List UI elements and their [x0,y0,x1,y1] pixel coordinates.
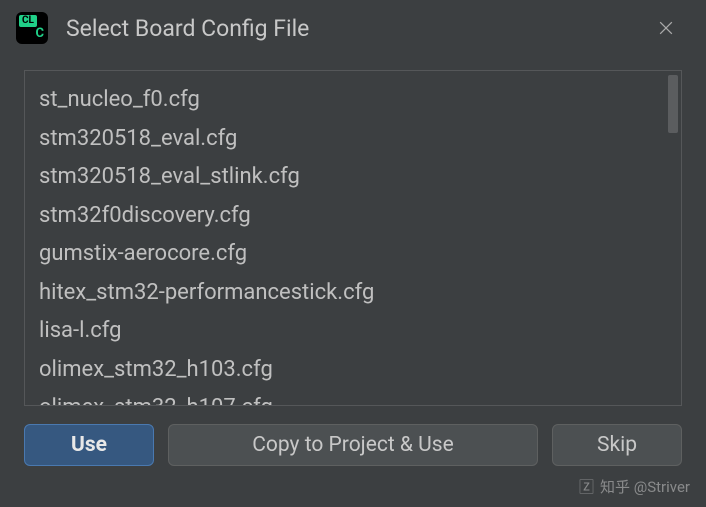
list-item[interactable]: hitex_stm32-performancestick.cfg [39,274,667,313]
list-item[interactable]: lisa-l.cfg [39,312,667,351]
list-item[interactable]: gumstix-aerocore.cfg [39,235,667,274]
app-icon-letter: C [35,26,44,41]
close-button[interactable] [646,8,686,48]
use-button[interactable]: Use [24,424,154,466]
button-row: Use Copy to Project & Use Skip [0,406,706,466]
close-icon [656,18,676,38]
scrollbar-thumb[interactable] [668,75,678,133]
list-item[interactable]: stm320518_eval.cfg [39,120,667,159]
file-list-box: st_nucleo_f0.cfg stm320518_eval.cfg stm3… [24,70,682,406]
content-area: st_nucleo_f0.cfg stm320518_eval.cfg stm3… [0,56,706,406]
copy-to-project-button[interactable]: Copy to Project & Use [168,424,538,466]
zhihu-icon: 🅉 [579,476,594,497]
list-item[interactable]: stm320518_eval_stlink.cfg [39,158,667,197]
watermark-text: 知乎 @Striver [600,476,690,497]
app-icon: CL C [16,12,48,44]
list-item[interactable]: stm32f0discovery.cfg [39,197,667,236]
watermark: 🅉 知乎 @Striver [579,476,690,497]
skip-button[interactable]: Skip [552,424,682,466]
list-item[interactable]: olimex_stm32_h103.cfg [39,351,667,390]
file-list[interactable]: st_nucleo_f0.cfg stm320518_eval.cfg stm3… [25,71,681,405]
list-item[interactable]: st_nucleo_f0.cfg [39,81,667,120]
titlebar: CL C Select Board Config File [0,0,706,56]
app-icon-badge: CL [19,15,37,27]
list-item[interactable]: olimex_stm32_h107.cfg [39,389,667,405]
dialog-title: Select Board Config File [66,15,646,42]
